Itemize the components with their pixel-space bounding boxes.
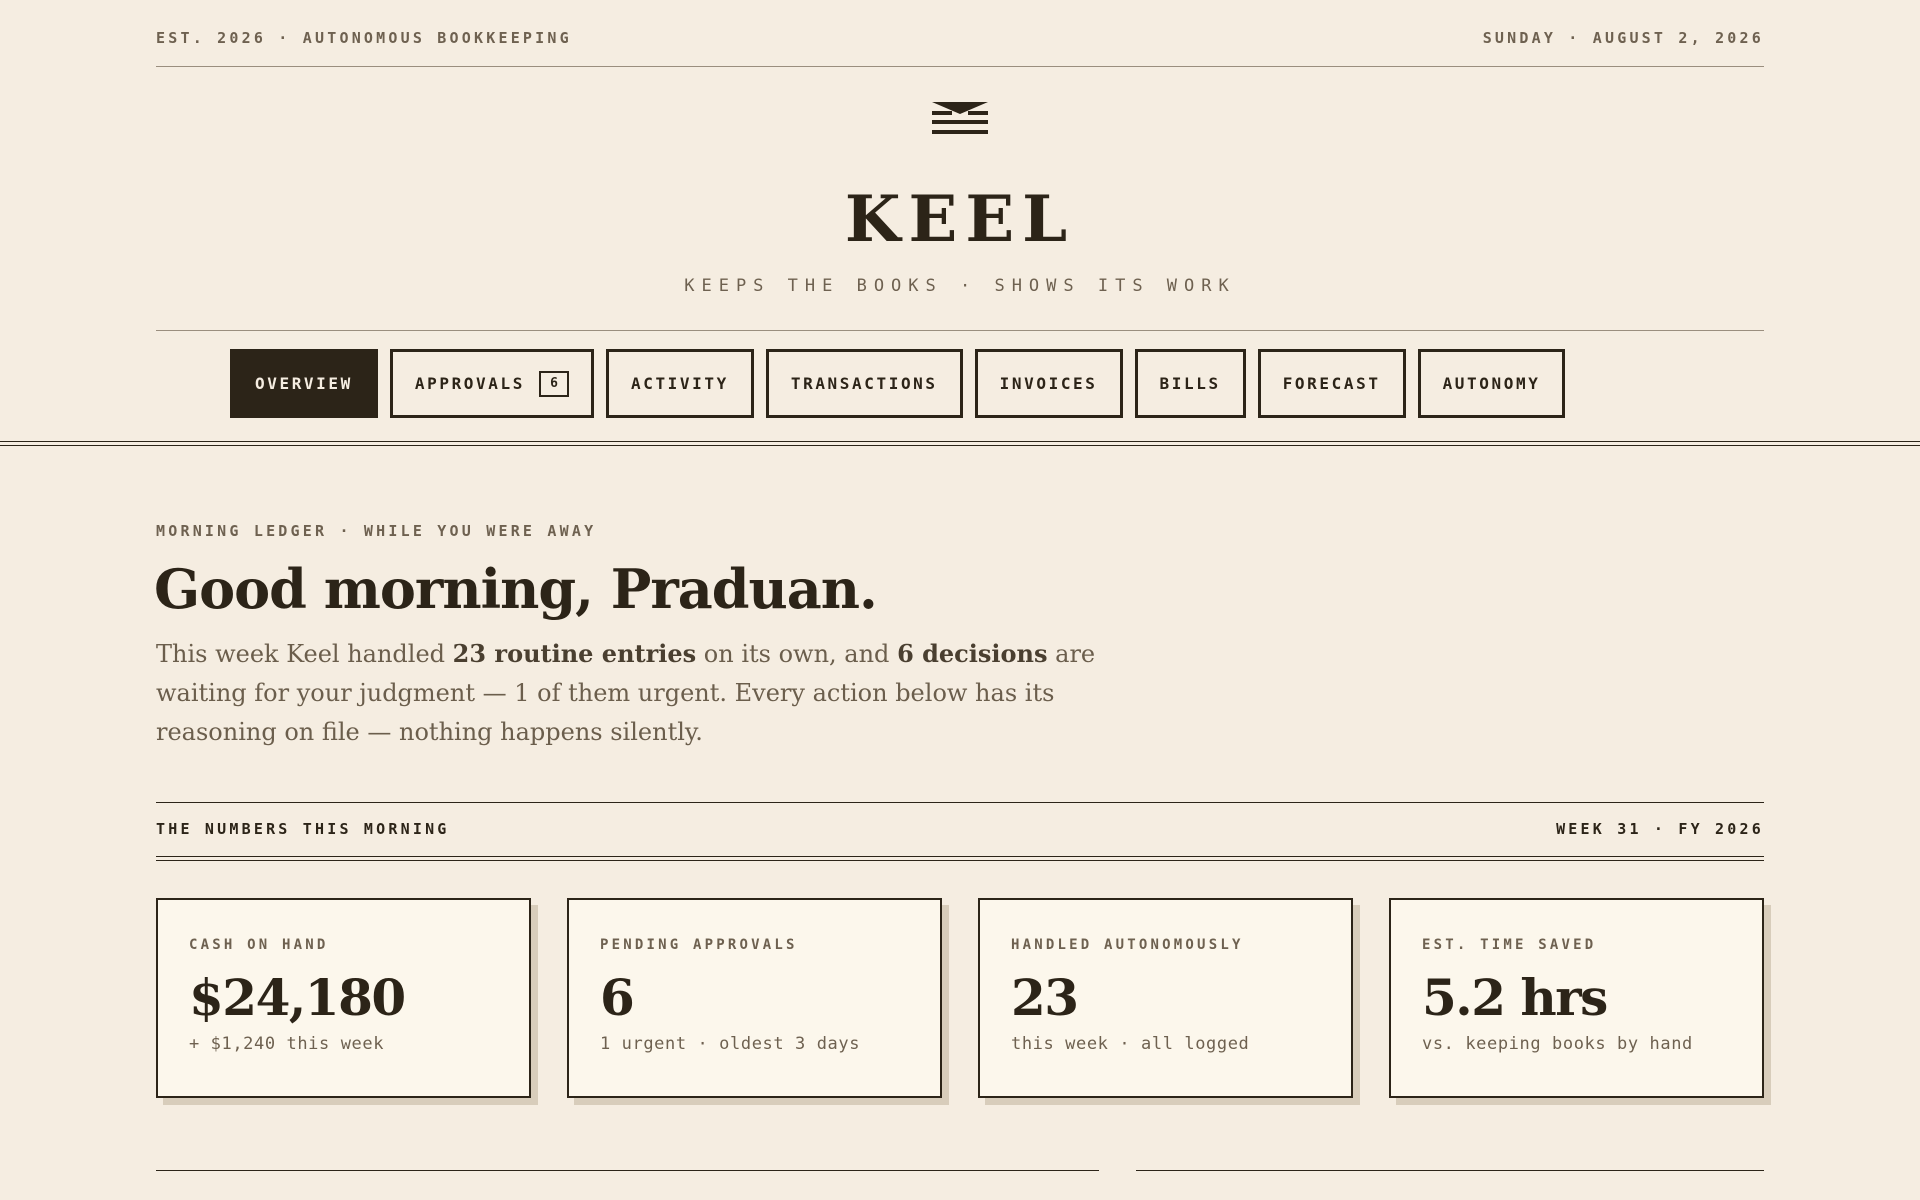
tab-bills[interactable]: BILLS — [1134, 349, 1246, 418]
masthead-strip: EST. 2026 · AUTONOMOUS BOOKKEEPING SUNDA… — [156, 26, 1764, 50]
stat-card-cash-on-hand[interactable]: CASH ON HAND $24,180 + $1,240 this week — [156, 898, 531, 1098]
divider — [1136, 1170, 1764, 1171]
masthead-divider — [156, 66, 1764, 67]
tab-label: OVERVIEW — [255, 374, 353, 393]
tab-invoices[interactable]: INVOICES — [974, 349, 1123, 418]
routine-entries-count: 23 routine entries — [452, 639, 697, 668]
decisions-count: 6 decisions — [897, 639, 1048, 668]
summary-text: on its own, and — [696, 640, 898, 668]
stat-card-handled-autonomously[interactable]: HANDLED AUTONOMOUSLY 23 this week · all … — [978, 898, 1353, 1098]
nav-divider — [156, 330, 1764, 331]
current-date: SUNDAY · AUGUST 2, 2026 — [1482, 29, 1764, 47]
stat-label: EST. TIME SAVED — [1422, 937, 1597, 953]
stat-value: 6 — [600, 968, 635, 1027]
greeting-summary: This week Keel handled 23 routine entrie… — [156, 634, 1116, 752]
stat-label: CASH ON HAND — [189, 937, 329, 953]
tab-forecast[interactable]: FORECAST — [1257, 349, 1406, 418]
tab-autonomy[interactable]: AUTONOMY — [1417, 349, 1566, 418]
header-double-rule — [0, 441, 1920, 446]
tab-label: APPROVALS — [414, 374, 525, 393]
section-rule-bottom — [156, 856, 1764, 861]
main-nav: OVERVIEW APPROVALS 6 ACTIVITY TRANSACTIO… — [230, 349, 1566, 418]
stat-cards: CASH ON HAND $24,180 + $1,240 this week … — [156, 898, 1764, 1098]
tab-label: TRANSACTIONS — [790, 374, 938, 393]
tab-label: BILLS — [1159, 374, 1221, 393]
stat-note: this week · all logged — [1011, 1034, 1250, 1054]
tab-transactions[interactable]: TRANSACTIONS — [765, 349, 963, 418]
summary-text: This week Keel handled — [156, 640, 453, 668]
tab-label: AUTONOMY — [1442, 374, 1541, 393]
stat-label: HANDLED AUTONOMOUSLY — [1011, 937, 1244, 953]
greeting-title: Good morning, Praduan. — [154, 557, 878, 621]
numbers-section-header: THE NUMBERS THIS MORNING WEEK 31 · FY 20… — [156, 818, 1764, 840]
stat-label: PENDING APPROVALS — [600, 937, 798, 953]
stacked-ledger-logo-icon — [932, 102, 988, 134]
stat-value: 23 — [1011, 968, 1079, 1027]
brand-tagline: KEEPS THE BOOKS · SHOWS ITS WORK — [684, 276, 1236, 296]
section-title: THE NUMBERS THIS MORNING — [156, 820, 450, 838]
next-section-rules — [156, 1170, 1764, 1172]
section-rule-top — [156, 802, 1764, 803]
stat-card-pending-approvals[interactable]: PENDING APPROVALS 6 1 urgent · oldest 3 … — [567, 898, 942, 1098]
stat-card-time-saved[interactable]: EST. TIME SAVED 5.2 hrs vs. keeping book… — [1389, 898, 1764, 1098]
stat-value: $24,180 — [189, 968, 406, 1027]
tab-label: FORECAST — [1282, 374, 1381, 393]
tab-overview[interactable]: OVERVIEW — [230, 349, 378, 418]
stat-note: + $1,240 this week — [189, 1034, 385, 1054]
section-period: WEEK 31 · FY 2026 — [1556, 820, 1764, 838]
tab-activity[interactable]: ACTIVITY — [605, 349, 754, 418]
stat-note: vs. keeping books by hand — [1422, 1034, 1693, 1054]
greeting-kicker: MORNING LEDGER · WHILE YOU WERE AWAY — [156, 522, 597, 540]
stat-note: 1 urgent · oldest 3 days — [600, 1034, 861, 1054]
brand-name: KEEL — [844, 182, 1076, 257]
tab-label: INVOICES — [999, 374, 1098, 393]
approvals-count-badge: 6 — [538, 370, 569, 397]
tab-approvals[interactable]: APPROVALS 6 — [389, 349, 594, 418]
tab-label: ACTIVITY — [630, 374, 729, 393]
established-line: EST. 2026 · AUTONOMOUS BOOKKEEPING — [156, 29, 572, 47]
divider — [156, 1170, 1099, 1171]
stat-value: 5.2 hrs — [1422, 968, 1608, 1027]
